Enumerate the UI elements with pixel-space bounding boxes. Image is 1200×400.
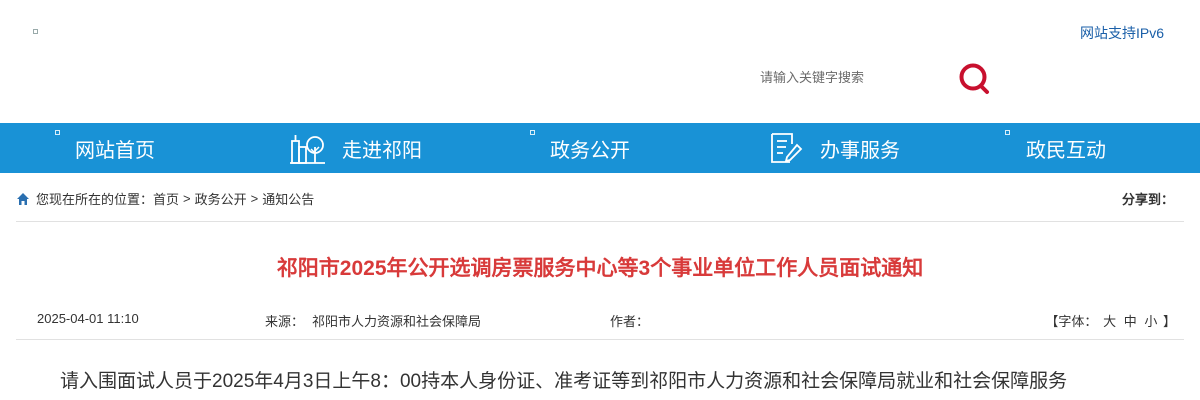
breadcrumb-prefix: 您现在所在的位置： [36, 192, 154, 207]
nav-item-label: 网站首页 [75, 139, 155, 162]
nav-item-about-qiyang[interactable]: 走进祁阳 [290, 123, 422, 173]
home-icon [17, 192, 29, 205]
search-input[interactable] [748, 60, 948, 94]
document-pen-icon [771, 133, 803, 163]
breadcrumb-separator: > [250, 191, 259, 206]
font-size-small[interactable]: 小 [1144, 314, 1157, 329]
breadcrumb-government-affairs[interactable]: 政务公开 [195, 189, 247, 208]
logo-placeholder [33, 29, 38, 34]
breadcrumb-home[interactable]: 首页 [153, 189, 179, 208]
font-size-medium[interactable]: 中 [1124, 314, 1137, 329]
font-size-prefix: 【字体： [1045, 314, 1098, 329]
breadcrumb: 您现在所在的位置： 首页 > 政务公开 > 通知公告 [16, 189, 314, 208]
font-size-large[interactable]: 大 [1103, 314, 1116, 329]
site-header: 网站支持IPv6 [0, 0, 1200, 123]
share-label: 分享到： [1121, 192, 1174, 207]
breadcrumb-bar: 您现在所在的位置： 首页 > 政务公开 > 通知公告 分享到： [16, 174, 1184, 222]
search-icon [959, 63, 989, 94]
nav-bullet-icon [1005, 130, 1010, 135]
search-box [748, 60, 998, 96]
nav-bullet-icon [55, 130, 60, 135]
city-icon [290, 135, 325, 164]
nav-item-label: 政民互动 [1026, 139, 1106, 162]
article-meta: 2025-04-01 11:10 来源： 祁阳市人力资源和社会保障局 作者： 【… [16, 296, 1184, 340]
publish-date: 2025-04-01 11:10 [37, 311, 139, 326]
font-size-control: 【字体： 大 中 小 】 [1045, 311, 1176, 330]
nav-item-label: 走进祁阳 [342, 139, 422, 162]
nav-item-label: 政务公开 [550, 139, 630, 162]
nav-bullet-icon [530, 130, 535, 135]
ipv6-link[interactable]: 网站支持IPv6 [1080, 23, 1164, 43]
main-nav: 网站首页 走进祁阳 政务公开 办事服务 政民互动 [0, 123, 1200, 173]
nav-item-services[interactable]: 办事服务 [768, 123, 900, 173]
nav-item-interaction[interactable]: 政民互动 [1005, 123, 1106, 173]
nav-item-label: 办事服务 [820, 139, 900, 162]
source-label: 来源： [265, 314, 305, 329]
breadcrumb-notices[interactable]: 通知公告 [262, 189, 314, 208]
article-body: 请入围面试人员于2025年4月3日上午8：00持本人身份证、准考证等到祁阳市人力… [60, 371, 1068, 392]
breadcrumb-separator: > [183, 191, 191, 206]
nav-item-government-affairs[interactable]: 政务公开 [530, 123, 630, 173]
author-label: 作者： [610, 314, 650, 329]
font-size-suffix: 】 [1162, 314, 1176, 329]
source-value: 祁阳市人力资源和社会保障局 [312, 314, 482, 329]
nav-item-home[interactable]: 网站首页 [55, 123, 155, 173]
article-title: 祁阳市2025年公开选调房票服务中心等3个事业单位工作人员面试通知 [276, 257, 924, 280]
search-button[interactable] [958, 62, 994, 96]
